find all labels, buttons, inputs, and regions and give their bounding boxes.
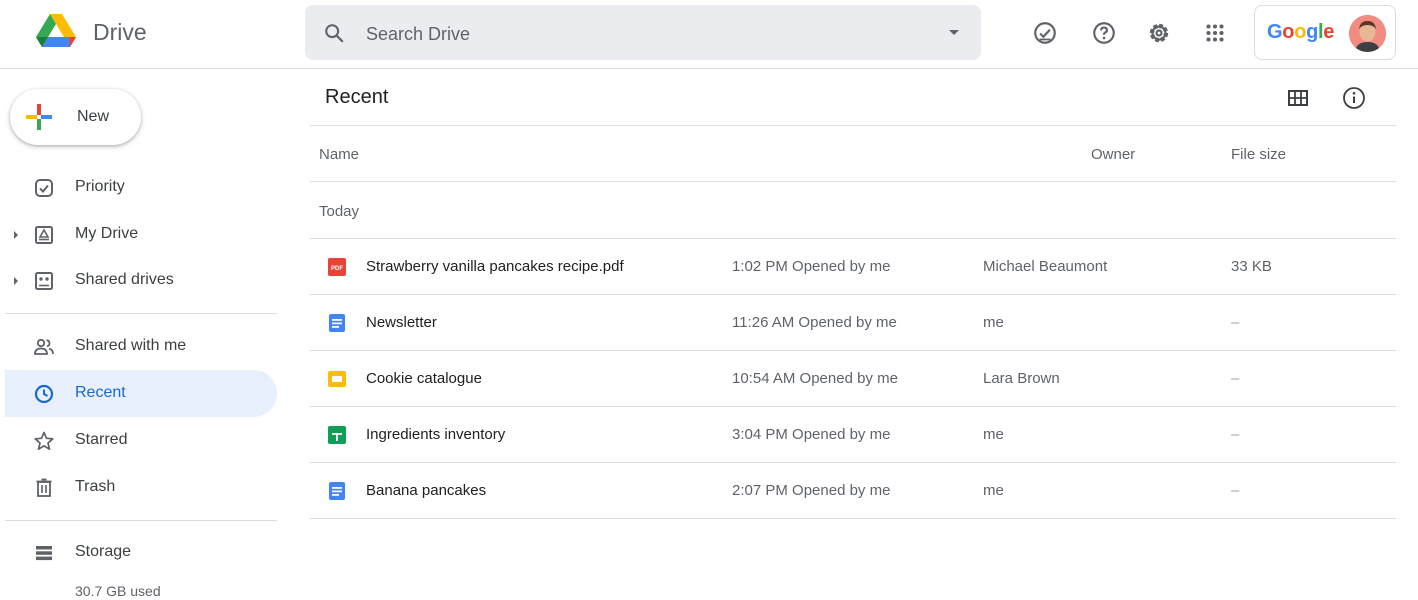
- row-divider: [310, 518, 1396, 519]
- sidebar-item-label: My Drive: [75, 225, 139, 242]
- search-bar[interactable]: Search Drive: [305, 5, 981, 60]
- star-icon: [34, 431, 54, 451]
- sidebar-item-my-drive[interactable]: My Drive: [5, 211, 277, 258]
- priority-icon: [35, 179, 53, 197]
- column-header-file-size[interactable]: File size: [1231, 146, 1286, 163]
- sidebar-divider: [5, 313, 277, 314]
- file-size: –: [1231, 482, 1240, 499]
- table-row[interactable]: PDF Strawberry vanilla pancakes recipe.p…: [310, 239, 1396, 295]
- file-last-opened: 11:26 AM Opened by me: [732, 314, 897, 331]
- google-brand-letter: o: [1294, 21, 1307, 43]
- group-label-today: Today: [319, 203, 360, 220]
- row-divider: [310, 181, 1396, 182]
- sidebar-item-label: Shared with me: [75, 337, 187, 354]
- column-header-owner[interactable]: Owner: [1091, 146, 1135, 163]
- plus-icon: [26, 104, 52, 130]
- apps-grid-icon[interactable]: [1202, 20, 1228, 46]
- help-icon[interactable]: [1091, 20, 1117, 46]
- shared-with-me-icon: [34, 338, 54, 355]
- info-icon[interactable]: [1342, 86, 1366, 110]
- settings-icon[interactable]: [1146, 20, 1172, 46]
- sidebar-item-label: Storage: [75, 543, 132, 560]
- google-slides-icon: [328, 371, 346, 387]
- file-size: 33 KB: [1231, 258, 1272, 275]
- new-button-label: New: [77, 108, 110, 125]
- google-brand-letter: g: [1306, 21, 1319, 43]
- sidebar-item-label: Starred: [75, 431, 128, 448]
- ready-for-offline-icon[interactable]: [1032, 20, 1058, 46]
- file-last-opened: 1:02 PM Opened by me: [732, 258, 891, 275]
- google-brand-letter: G: [1267, 21, 1283, 43]
- page-title: Recent: [325, 86, 389, 108]
- google-docs-icon: [329, 482, 345, 500]
- sidebar-item-storage[interactable]: Storage: [5, 529, 277, 576]
- file-name[interactable]: Strawberry vanilla pancakes recipe.pdf: [366, 258, 624, 275]
- file-name[interactable]: Banana pancakes: [366, 482, 486, 499]
- file-last-opened: 10:54 AM Opened by me: [732, 370, 898, 387]
- google-brand-letter: e: [1323, 21, 1335, 43]
- clock-icon: [34, 384, 54, 404]
- sidebar-item-label: Trash: [75, 478, 116, 495]
- expand-arrow-icon[interactable]: [14, 231, 18, 239]
- search-input[interactable]: Search Drive: [366, 24, 470, 45]
- search-options-icon[interactable]: [949, 30, 959, 35]
- file-size: –: [1231, 314, 1240, 331]
- pdf-file-icon: PDF: [328, 258, 346, 276]
- grid-view-icon[interactable]: [1287, 88, 1309, 108]
- file-owner: me: [983, 482, 1004, 499]
- trash-icon: [36, 478, 52, 497]
- expand-arrow-icon[interactable]: [14, 277, 18, 285]
- file-name[interactable]: Newsletter: [366, 314, 437, 331]
- sidebar-item-trash[interactable]: Trash: [5, 464, 277, 511]
- google-docs-icon: [329, 314, 345, 332]
- header-divider: [310, 125, 1396, 126]
- file-owner: me: [983, 314, 1004, 331]
- file-name[interactable]: Ingredients inventory: [366, 426, 505, 443]
- storage-icon: [36, 546, 52, 561]
- file-owner: Michael Beaumont: [983, 258, 1108, 275]
- sidebar-item-shared-drives[interactable]: Shared drives: [5, 257, 277, 304]
- table-row[interactable]: Banana pancakes 2:07 PM Opened by me me …: [310, 463, 1396, 519]
- sidebar-divider: [5, 520, 277, 521]
- app-name[interactable]: Drive: [93, 19, 147, 46]
- sidebar-item-recent[interactable]: Recent: [5, 370, 277, 417]
- file-size: –: [1231, 370, 1240, 387]
- sidebar-item-starred[interactable]: Starred: [5, 417, 277, 464]
- table-row[interactable]: Ingredients inventory 3:04 PM Opened by …: [310, 407, 1396, 463]
- shared-drives-icon: [35, 272, 53, 290]
- file-size: –: [1231, 426, 1240, 443]
- file-name[interactable]: Cookie catalogue: [366, 370, 482, 387]
- avatar-image: [1349, 15, 1386, 52]
- sidebar-item-shared-with-me[interactable]: Shared with me: [5, 323, 277, 370]
- google-brand-logo: Google: [1267, 21, 1334, 44]
- account-button[interactable]: Google: [1254, 5, 1396, 60]
- column-header-name[interactable]: Name: [319, 146, 359, 163]
- my-drive-icon: [35, 226, 53, 244]
- storage-used-text: 30.7 GB used: [75, 583, 161, 599]
- google-sheets-icon: [328, 426, 346, 444]
- sidebar-item-label: Recent: [75, 384, 126, 401]
- sidebar-item-label: Shared drives: [75, 271, 174, 288]
- file-last-opened: 3:04 PM Opened by me: [732, 426, 891, 443]
- file-last-opened: 2:07 PM Opened by me: [732, 482, 891, 499]
- sidebar-item-priority[interactable]: Priority: [5, 164, 277, 211]
- table-row[interactable]: Newsletter 11:26 AM Opened by me me –: [310, 295, 1396, 351]
- sidebar-item-label: Priority: [75, 178, 125, 195]
- avatar[interactable]: [1349, 15, 1386, 52]
- table-row[interactable]: Cookie catalogue 10:54 AM Opened by me L…: [310, 351, 1396, 407]
- new-button[interactable]: New: [10, 89, 141, 145]
- file-owner: Lara Brown: [983, 370, 1060, 387]
- google-brand-letter: o: [1282, 21, 1295, 43]
- file-owner: me: [983, 426, 1004, 443]
- drive-logo-icon[interactable]: [36, 14, 76, 50]
- svg-text:PDF: PDF: [331, 266, 343, 272]
- top-bar: Drive Search Drive Google: [0, 0, 1418, 69]
- search-icon[interactable]: [323, 22, 345, 44]
